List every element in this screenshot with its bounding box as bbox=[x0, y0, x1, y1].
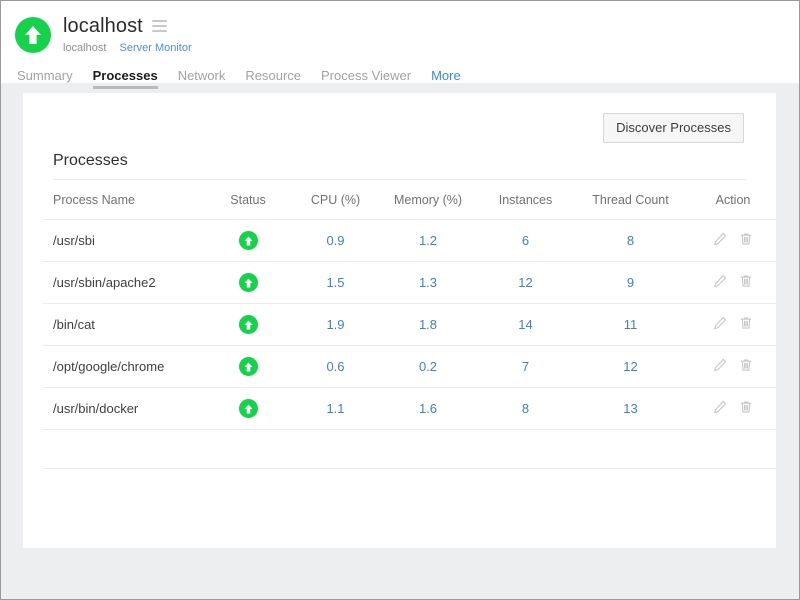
cell-memory: 1.2 bbox=[378, 220, 478, 262]
cell-thread-count: 13 bbox=[573, 388, 688, 430]
cell-instances: 6 bbox=[478, 220, 573, 262]
processes-table: Process Name Status CPU (%) Memory (%) I… bbox=[43, 180, 778, 469]
host-summary: localhost localhost Server Monitor bbox=[1, 11, 799, 55]
pencil-icon[interactable] bbox=[713, 232, 727, 246]
tab-processes[interactable]: Processes bbox=[93, 68, 158, 89]
pencil-icon[interactable] bbox=[713, 358, 727, 372]
breadcrumb-server-monitor-link[interactable]: Server Monitor bbox=[119, 42, 191, 54]
cell-cpu: 1.9 bbox=[293, 304, 378, 346]
cell-memory: 1.3 bbox=[378, 262, 478, 304]
trash-icon[interactable] bbox=[739, 232, 753, 246]
column-header-process-name[interactable]: Process Name bbox=[43, 180, 203, 220]
breadcrumb-host: localhost bbox=[63, 42, 106, 54]
cell-thread-count: 12 bbox=[573, 346, 688, 388]
trash-icon[interactable] bbox=[739, 400, 753, 414]
column-header-action: Action bbox=[688, 180, 778, 220]
column-header-cpu[interactable]: CPU (%) bbox=[293, 180, 378, 220]
page-header: localhost localhost Server Monitor Summa… bbox=[1, 1, 799, 83]
cell-process-name: /opt/google/chrome bbox=[43, 346, 203, 388]
cell-action bbox=[688, 346, 778, 388]
table-header-row: Process Name Status CPU (%) Memory (%) I… bbox=[43, 180, 778, 220]
trash-icon[interactable] bbox=[739, 274, 753, 288]
cell-cpu: 1.1 bbox=[293, 388, 378, 430]
app-window: localhost localhost Server Monitor Summa… bbox=[0, 0, 800, 600]
column-header-instances[interactable]: Instances bbox=[478, 180, 573, 220]
cell-instances: 7 bbox=[478, 346, 573, 388]
table-footer-spacer-row bbox=[43, 430, 778, 469]
trash-icon[interactable] bbox=[739, 316, 753, 330]
table-row[interactable]: /bin/cat 1.9 1.8 14 11 bbox=[43, 304, 778, 346]
cell-action bbox=[688, 304, 778, 346]
tab-summary[interactable]: Summary bbox=[17, 68, 73, 89]
table-row[interactable]: /opt/google/chrome 0.6 0.2 7 12 bbox=[43, 346, 778, 388]
cell-memory: 1.8 bbox=[378, 304, 478, 346]
column-header-status[interactable]: Status bbox=[203, 180, 293, 220]
cell-cpu: 0.9 bbox=[293, 220, 378, 262]
tab-network[interactable]: Network bbox=[178, 68, 226, 89]
cell-action bbox=[688, 262, 778, 304]
cell-process-name: /bin/cat bbox=[43, 304, 203, 346]
cell-process-name: /usr/bin/docker bbox=[43, 388, 203, 430]
trash-icon[interactable] bbox=[739, 358, 753, 372]
cell-instances: 12 bbox=[478, 262, 573, 304]
column-header-thread-count[interactable]: Thread Count bbox=[573, 180, 688, 220]
content-card: Discover Processes Processes Process Nam… bbox=[23, 93, 776, 548]
table-row[interactable]: /usr/sbin/apache2 1.5 1.3 12 9 bbox=[43, 262, 778, 304]
tab-more[interactable]: More bbox=[431, 68, 461, 89]
cell-memory: 0.2 bbox=[378, 346, 478, 388]
hamburger-menu-icon[interactable] bbox=[152, 20, 167, 32]
cell-status bbox=[203, 304, 293, 346]
tab-process-viewer[interactable]: Process Viewer bbox=[321, 68, 411, 89]
cell-status bbox=[203, 346, 293, 388]
table-row[interactable]: /usr/bin/docker 1.1 1.6 8 13 bbox=[43, 388, 778, 430]
arrow-up-circle-icon bbox=[15, 17, 51, 53]
status-up-icon bbox=[239, 357, 258, 376]
table-body: /usr/sbi 0.9 1.2 6 8 bbox=[43, 220, 778, 469]
status-up-icon bbox=[239, 231, 258, 250]
cell-memory: 1.6 bbox=[378, 388, 478, 430]
column-header-memory[interactable]: Memory (%) bbox=[378, 180, 478, 220]
breadcrumb: localhost Server Monitor bbox=[63, 42, 192, 55]
cell-process-name: /usr/sbi bbox=[43, 220, 203, 262]
section-title: Processes bbox=[53, 152, 746, 180]
cell-status bbox=[203, 262, 293, 304]
page-title: localhost bbox=[63, 15, 143, 37]
cell-action bbox=[688, 388, 778, 430]
pencil-icon[interactable] bbox=[713, 400, 727, 414]
cell-process-name: /usr/sbin/apache2 bbox=[43, 262, 203, 304]
tab-resource[interactable]: Resource bbox=[245, 68, 301, 89]
cell-cpu: 1.5 bbox=[293, 262, 378, 304]
cell-instances: 14 bbox=[478, 304, 573, 346]
cell-thread-count: 8 bbox=[573, 220, 688, 262]
cell-status bbox=[203, 220, 293, 262]
cell-action bbox=[688, 220, 778, 262]
table-row[interactable]: /usr/sbi 0.9 1.2 6 8 bbox=[43, 220, 778, 262]
status-up-icon bbox=[239, 273, 258, 292]
status-up-icon bbox=[239, 315, 258, 334]
status-up-icon bbox=[239, 399, 258, 418]
host-text-block: localhost localhost Server Monitor bbox=[63, 15, 192, 55]
cell-cpu: 0.6 bbox=[293, 346, 378, 388]
cell-thread-count: 11 bbox=[573, 304, 688, 346]
pencil-icon[interactable] bbox=[713, 316, 727, 330]
toolbar: Discover Processes bbox=[43, 113, 756, 143]
cell-instances: 8 bbox=[478, 388, 573, 430]
pencil-icon[interactable] bbox=[713, 274, 727, 288]
discover-processes-button[interactable]: Discover Processes bbox=[603, 113, 744, 143]
cell-thread-count: 9 bbox=[573, 262, 688, 304]
cell-status bbox=[203, 388, 293, 430]
main-tabs: Summary Processes Network Resource Proce… bbox=[1, 63, 799, 89]
